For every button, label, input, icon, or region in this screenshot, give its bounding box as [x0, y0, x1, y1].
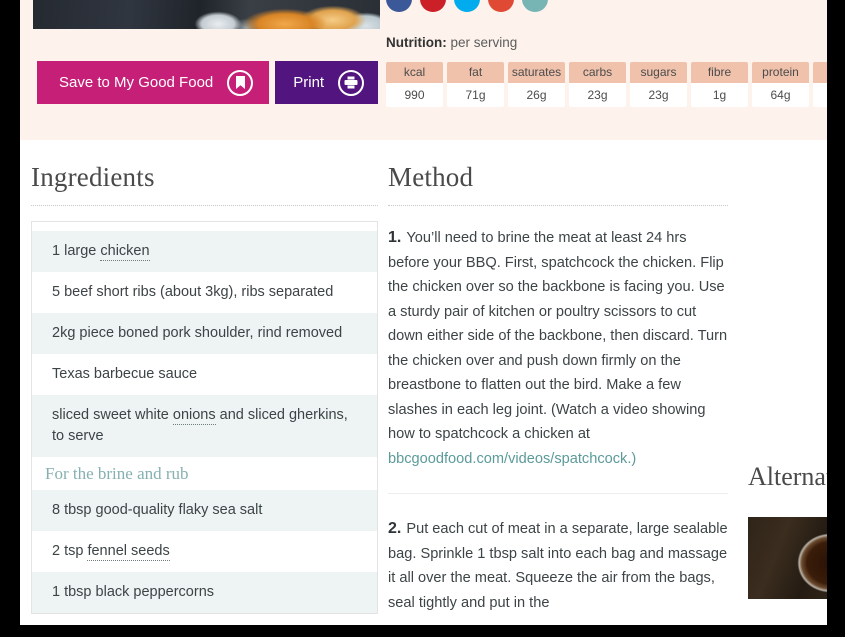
alternatives-heading: Alternatives: [748, 462, 827, 492]
nutrition-value-cell: 23g: [630, 83, 687, 107]
email-share-icon[interactable]: [522, 0, 548, 12]
method-step-text: Put each cut of meat in a separate, larg…: [388, 521, 728, 611]
ingredient-glossary-link[interactable]: chicken: [100, 243, 149, 261]
nutrition-header-cell: saturates: [508, 62, 565, 83]
nutrition-column: saturates 26g: [508, 62, 565, 107]
bookmark-icon: [227, 70, 253, 96]
nutrition-value-cell: 64g: [752, 83, 809, 107]
print-button[interactable]: Print: [275, 61, 378, 104]
nutrition-table: kcal 990 fat 71g saturates 26g carbs 23g…: [386, 62, 827, 107]
alternatives-thumbnail-bitmap: [748, 517, 827, 599]
ingredient-glossary-link[interactable]: onions: [173, 407, 216, 425]
nutrition-value-cell: 26g: [508, 83, 565, 107]
nutrition-value-cell: 71g: [447, 83, 504, 107]
print-button-label: Print: [293, 74, 324, 91]
facebook-share-icon[interactable]: [386, 0, 412, 12]
nutrition-column: sugars 23g: [630, 62, 687, 107]
ingredients-column: Ingredients 1 large chicken 5 beef short…: [31, 162, 378, 614]
nutrition-header-cell: [813, 62, 827, 83]
ingredient-text: 1 large: [52, 243, 100, 259]
nutrition-column: fibre 1g: [691, 62, 748, 107]
ingredient-item: 8 tbsp good-quality flaky sea salt: [32, 490, 377, 531]
nutrition-column: kcal 990: [386, 62, 443, 107]
nutrition-header-cell: fibre: [691, 62, 748, 83]
social-share-row: [386, 0, 548, 12]
method-step: 2.Put each cut of meat in a separate, la…: [388, 515, 728, 615]
nutrition-label-basis: per serving: [451, 35, 518, 50]
nutrition-label-title: Nutrition:: [386, 35, 447, 50]
ingredient-text: 8 tbsp good-quality flaky sea salt: [52, 502, 262, 518]
ingredient-item: 1 tbsp black peppercorns: [32, 572, 377, 613]
method-step-divider: [388, 493, 728, 494]
nutrition-label: Nutrition: per serving: [386, 35, 517, 50]
ingredient-item: 2kg piece boned pork shoulder, rind remo…: [32, 313, 377, 354]
recipe-action-buttons: Save to My Good Food Print: [37, 61, 378, 104]
nutrition-value-cell: 1g: [691, 83, 748, 107]
printer-icon: [338, 70, 364, 96]
method-step-number: 1.: [388, 229, 401, 246]
method-step: 1.You’ll need to brine the meat at least…: [388, 224, 728, 471]
nutrition-column: fat 71g: [447, 62, 504, 107]
ingredient-item: Texas barbecue sauce: [32, 354, 377, 395]
nutrition-header-cell: kcal: [386, 62, 443, 83]
nutrition-header-cell: protein: [752, 62, 809, 83]
ingredient-text: 2kg piece boned pork shoulder, rind remo…: [52, 325, 342, 341]
ingredients-subheading: For the brine and rub: [32, 457, 377, 490]
method-step-text: You’ll need to brine the meat at least 2…: [388, 230, 727, 442]
method-heading-rule: [388, 205, 728, 206]
alternatives-column: Alternatives: [748, 462, 827, 599]
method-heading: Method: [388, 162, 728, 193]
nutrition-value-cell: 990: [386, 83, 443, 107]
nutrition-column: protein 64g: [752, 62, 809, 107]
save-button-label: Save to My Good Food: [59, 74, 213, 91]
nutrition-value-cell: [813, 83, 827, 107]
method-step-body: 2.Put each cut of meat in a separate, la…: [388, 517, 728, 615]
ingredient-item: 1 large chicken: [32, 231, 377, 272]
ingredient-text: 2 tsp: [52, 543, 87, 559]
spatchcock-video-link[interactable]: bbcgoodfood.com/videos/spatchcock.): [388, 451, 636, 467]
save-to-my-good-food-button[interactable]: Save to My Good Food: [37, 61, 269, 104]
nutrition-value-cell: 23g: [569, 83, 626, 107]
ingredient-text: 5 beef short ribs (about 3kg), ribs sepa…: [52, 284, 333, 300]
ingredient-text: sliced sweet white: [52, 407, 173, 423]
ingredient-text: 1 tbsp black peppercorns: [52, 584, 214, 600]
recipe-hero-image: [33, 0, 380, 29]
ingredient-item: 2 tsp fennel seeds: [32, 531, 377, 572]
alternatives-thumbnail[interactable]: [748, 517, 827, 599]
twitter-share-icon[interactable]: [454, 0, 480, 12]
method-step-number: 2.: [388, 520, 401, 537]
recipe-content: Ingredients 1 large chicken 5 beef short…: [20, 140, 827, 625]
ingredients-heading: Ingredients: [31, 162, 378, 193]
nutrition-column-clipped: [813, 62, 827, 107]
recipe-page: Save to My Good Food Print: [20, 0, 827, 625]
ingredients-list: 1 large chicken 5 beef short ribs (about…: [31, 221, 378, 614]
ingredient-text: Texas barbecue sauce: [52, 366, 197, 382]
ingredient-glossary-link[interactable]: fennel seeds: [87, 543, 169, 561]
screen: Save to My Good Food Print: [0, 0, 845, 637]
recipe-hero-image-bitmap: [33, 0, 380, 29]
method-step-body: 1.You’ll need to brine the meat at least…: [388, 226, 728, 471]
nutrition-column: carbs 23g: [569, 62, 626, 107]
method-column: Method 1.You’ll need to brine the meat a…: [388, 162, 728, 615]
ingredient-item: 5 beef short ribs (about 3kg), ribs sepa…: [32, 272, 377, 313]
nutrition-header-cell: carbs: [569, 62, 626, 83]
nutrition-header-cell: fat: [447, 62, 504, 83]
nutrition-header-cell: sugars: [630, 62, 687, 83]
recipe-header-banner: Save to My Good Food Print: [20, 0, 827, 140]
pinterest-share-icon[interactable]: [420, 0, 446, 12]
ingredient-item: sliced sweet white onions and sliced ghe…: [32, 395, 377, 457]
ingredients-heading-rule: [31, 205, 378, 206]
google-plus-share-icon[interactable]: [488, 0, 514, 12]
